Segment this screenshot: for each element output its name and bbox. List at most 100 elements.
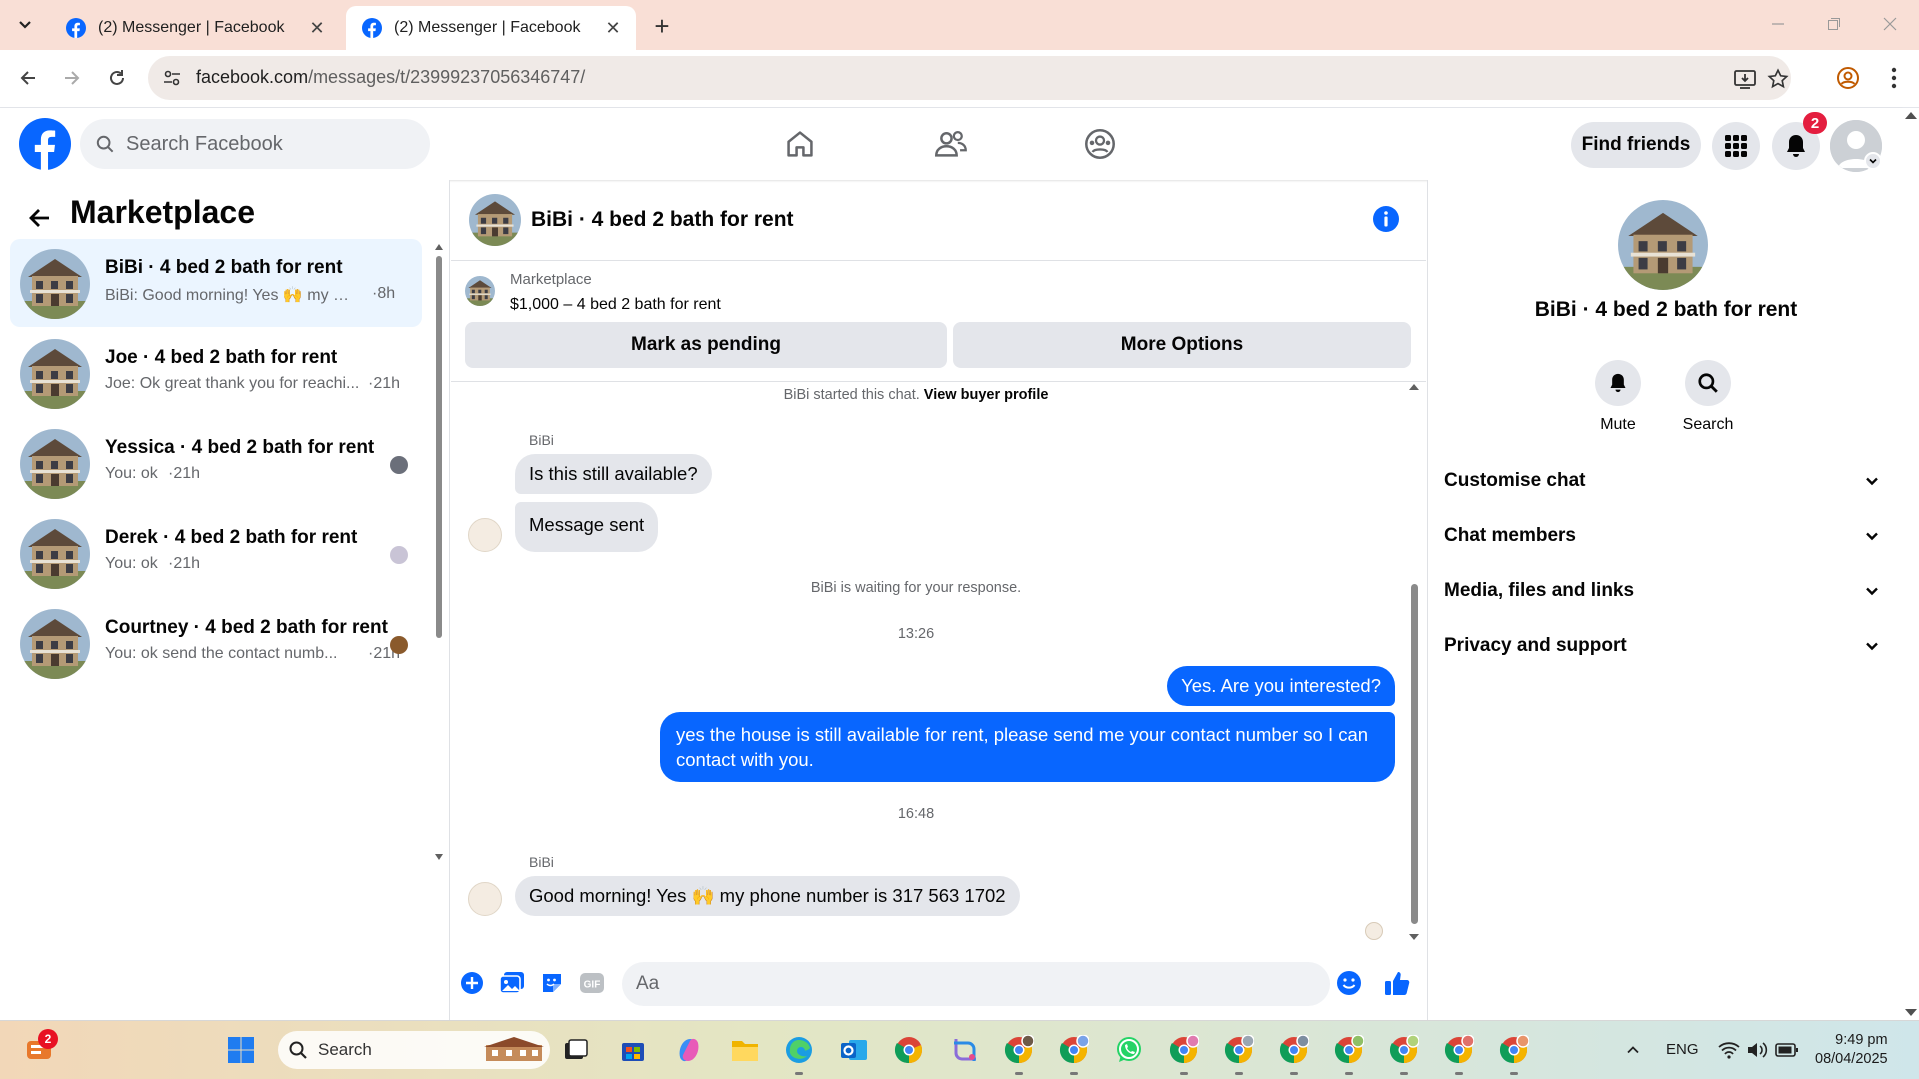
privacy-support-section[interactable]: Privacy and support [1444,620,1888,672]
search-icon [1698,373,1718,393]
microsoft-store-icon[interactable] [614,1031,652,1069]
more-actions-button[interactable] [458,969,486,997]
minimize-window-button[interactable] [1750,0,1806,48]
nav-friends[interactable] [929,122,973,166]
like-button[interactable] [1383,969,1411,997]
sender-avatar[interactable] [468,882,502,916]
customise-chat-section[interactable]: Customise chat [1444,455,1888,507]
outgoing-message[interactable]: Yes. Are you interested? [1167,666,1395,706]
facebook-logo-icon[interactable] [19,118,71,170]
conversation-list-scrollbar[interactable] [434,242,444,862]
attach-media-button[interactable] [498,969,526,997]
close-tab-icon[interactable]: ✕ [306,17,328,39]
listing-thumbnail [20,519,90,589]
find-friends-button[interactable]: Find friends [1571,122,1701,168]
more-options-button[interactable]: More Options [953,322,1411,368]
message-input[interactable] [622,962,1330,1006]
outgoing-message[interactable]: yes the house is still available for ren… [660,712,1395,782]
profile-account-button[interactable] [1828,58,1868,98]
chat-avatar[interactable] [469,194,521,246]
running-indicator [1015,1072,1023,1075]
snipping-tool-icon[interactable] [946,1031,984,1069]
new-tab-button[interactable]: + [648,11,676,41]
chrome-profile-icon[interactable] [1330,1031,1368,1075]
task-view-icon[interactable] [557,1031,595,1069]
chrome-profile-icon[interactable] [1165,1031,1203,1075]
chrome-icon[interactable] [890,1031,928,1069]
address-bar[interactable]: facebook.com/messages/t/2399923705634674… [148,56,1791,100]
media-files-links-section[interactable]: Media, files and links [1444,565,1888,617]
conversation-item[interactable]: Yessica · 4 bed 2 bath for rent You: ok … [10,419,422,507]
edge-icon[interactable] [780,1031,818,1075]
mute-action[interactable]: Mute [1578,360,1658,434]
waiting-notice: BiBi is waiting for your response. [810,580,1022,596]
emoji-button[interactable] [1335,969,1363,997]
notification-count-badge: 2 [1803,112,1827,134]
search-action[interactable]: Search [1668,360,1748,434]
search-in-chat-button[interactable] [1685,360,1731,406]
browser-tab-active[interactable]: (2) Messenger | Facebook ✕ [346,6,636,50]
taskbar-search[interactable]: Search [278,1031,550,1069]
gif-button[interactable]: GIF [578,969,606,997]
tab-search-dropdown[interactable] [8,9,42,41]
back-button[interactable] [22,200,58,236]
show-hidden-icons-chevron-up-icon[interactable] [1614,1031,1652,1069]
forward-button[interactable] [52,58,92,98]
back-button[interactable] [8,58,48,98]
bookmark-star-icon[interactable] [1765,66,1791,92]
chrome-profile-icon[interactable] [1220,1031,1258,1075]
chat-title[interactable]: BiBi · 4 bed 2 bath for rent [531,208,794,232]
chrome-profile-icon[interactable] [1385,1031,1423,1075]
incoming-message[interactable]: Good morning! Yes 🙌 my phone number is 3… [515,876,1020,916]
conversation-item[interactable]: Joe · 4 bed 2 bath for rent Joe: Ok grea… [10,329,422,417]
chat-info-avatar[interactable] [1618,200,1708,290]
start-windows-icon[interactable] [222,1031,260,1069]
battery-icon[interactable] [1775,1042,1799,1058]
conversation-item[interactable]: Courtney · 4 bed 2 bath for rent You: ok… [10,599,422,687]
mark-as-pending-button[interactable]: Mark as pending [465,322,947,368]
conversation-item[interactable]: BiBi · 4 bed 2 bath for rent BiBi: Good … [10,239,422,327]
view-buyer-profile-link[interactable]: View buyer profile [924,387,1049,403]
nav-groups[interactable] [1078,122,1122,166]
chrome-profile-icon[interactable] [1000,1031,1038,1075]
copilot-icon[interactable] [670,1031,708,1069]
conversation-item[interactable]: Derek · 4 bed 2 bath for rent You: ok ·2… [10,509,422,597]
restore-window-button[interactable] [1806,0,1862,48]
input-language[interactable]: ENG [1666,1041,1699,1058]
chrome-profile-icon[interactable] [1495,1031,1533,1075]
kebab-menu-icon [1891,67,1897,89]
chat-members-section[interactable]: Chat members [1444,510,1888,562]
thumbs-up-icon [1385,972,1410,995]
incoming-message[interactable]: Message sent [515,502,659,552]
nav-home[interactable] [778,122,822,166]
message-thread-scrollbar[interactable] [1408,382,1420,942]
facebook-search-box[interactable] [80,119,430,169]
sticker-button[interactable] [538,969,566,997]
page-scrollbar[interactable] [1903,108,1919,1020]
menu-button[interactable] [1712,122,1760,170]
close-tab-icon[interactable]: ✕ [602,17,624,39]
whatsapp-icon[interactable] [1110,1031,1148,1069]
close-window-button[interactable] [1862,0,1918,48]
taskbar-clock[interactable]: 9:49 pm 08/04/2025 [1815,1031,1888,1069]
site-info-icon[interactable] [160,66,184,90]
chrome-profile-icon[interactable] [1440,1031,1478,1075]
url-text[interactable]: facebook.com/messages/t/2399923705634674… [196,67,585,88]
chrome-profile-icon[interactable] [1055,1031,1093,1075]
install-app-icon[interactable] [1732,66,1758,92]
listing-price-title[interactable]: $1,000 – 4 bed 2 bath for rent [510,296,721,314]
browser-tab[interactable]: (2) Messenger | Facebook ✕ [50,6,340,50]
wifi-icon[interactable] [1718,1041,1740,1059]
volume-icon[interactable] [1746,1041,1768,1059]
file-explorer-icon[interactable] [726,1031,764,1069]
chrome-profile-icon[interactable] [1275,1031,1313,1075]
mute-button[interactable] [1595,360,1641,406]
reload-button[interactable] [97,58,137,98]
info-icon[interactable] [1371,204,1401,234]
account-menu-caret[interactable] [1864,152,1882,170]
facebook-search-input[interactable] [126,132,406,156]
incoming-message[interactable]: Is this still available? [515,454,712,494]
outlook-icon[interactable] [835,1031,873,1069]
sender-avatar[interactable] [468,518,502,552]
browser-menu-button[interactable] [1874,58,1914,98]
